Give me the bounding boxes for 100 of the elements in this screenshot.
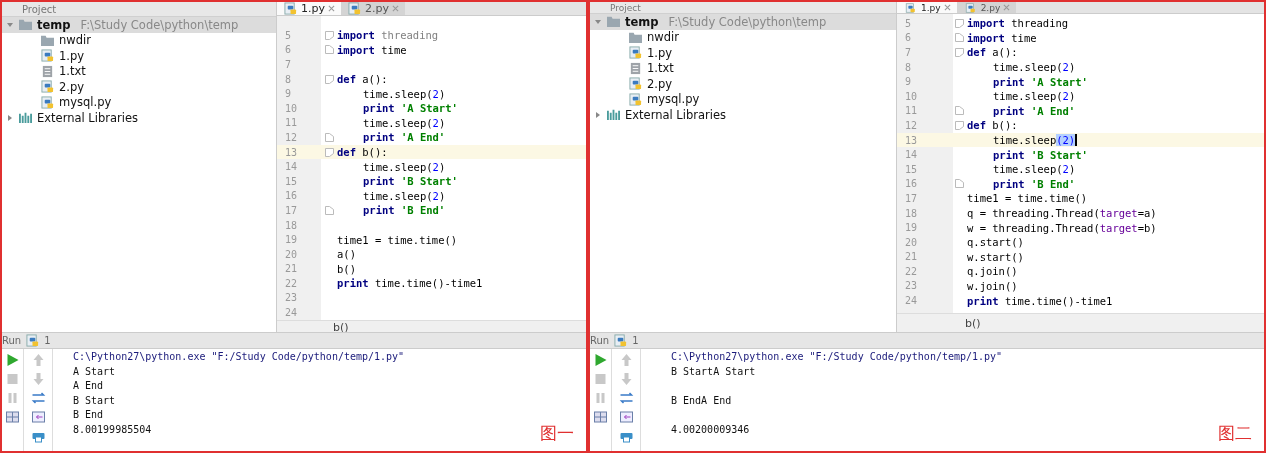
layout-icon[interactable] <box>5 410 20 424</box>
tree-item[interactable]: nwdir <box>590 29 896 45</box>
stop-icon[interactable] <box>593 372 608 386</box>
wrap-icon[interactable] <box>30 391 46 405</box>
run-icon[interactable] <box>5 353 20 367</box>
run-label: Run <box>2 335 22 346</box>
project-label[interactable]: Project <box>22 3 57 15</box>
close-icon[interactable] <box>328 5 335 12</box>
console-command: C:\Python27\python.exe "F:/Study Code/python/temp/1.py" <box>73 351 405 364</box>
editor-tab[interactable]: 2.py <box>341 2 405 15</box>
code-line: time1 = time.time() <box>966 192 1088 205</box>
collapsed-arrow-icon[interactable] <box>6 113 14 122</box>
fold-end-icon[interactable] <box>325 205 334 215</box>
breadcrumb[interactable]: b() <box>965 316 981 330</box>
line-number: 24 <box>904 295 919 307</box>
layout-icon[interactable] <box>593 410 608 424</box>
project-label[interactable]: Project <box>610 2 641 13</box>
expanded-arrow-icon[interactable] <box>6 20 14 29</box>
console-line: B End <box>73 409 104 423</box>
tree-item[interactable]: 2.py <box>2 79 276 95</box>
line-number: 5 <box>904 17 913 29</box>
editor-tab[interactable]: 1.py <box>277 2 341 15</box>
console-line: B EndA End <box>671 393 732 408</box>
text-file-icon <box>628 61 643 75</box>
code-line: q = threading.Thread(target=a) <box>966 207 1157 219</box>
tree-item-label: nwdir <box>647 30 679 45</box>
tree-item[interactable]: External Libraries <box>2 110 276 126</box>
tree-item[interactable]: temp F:\Study Code\python\temp <box>2 17 276 33</box>
line-number: 19 <box>284 234 299 246</box>
code-line: def b(): <box>336 146 388 159</box>
breadcrumb[interactable]: b() <box>333 320 349 334</box>
figure-caption: 图二 <box>1218 422 1252 445</box>
scroll-to-end-icon[interactable] <box>618 410 634 424</box>
python-file-icon <box>628 46 643 60</box>
tree-item[interactable]: mysql.py <box>2 94 276 110</box>
fold-start-icon[interactable] <box>955 18 964 28</box>
tree-item-label: 1.txt <box>647 61 674 76</box>
python-file-icon <box>40 49 55 63</box>
tree-item[interactable]: External Libraries <box>590 107 896 123</box>
expanded-arrow-icon[interactable] <box>594 17 602 26</box>
tree-item[interactable]: 1.txt <box>2 63 276 79</box>
tree-item[interactable]: 1.py <box>2 48 276 64</box>
run-icon[interactable] <box>593 353 608 367</box>
code-line: print 'B End' <box>992 177 1076 190</box>
console-line: B StartA Start <box>671 365 756 379</box>
close-icon[interactable] <box>392 5 399 12</box>
line-number: 9 <box>284 88 293 100</box>
python-file-icon <box>903 2 918 13</box>
line-number: 8 <box>904 61 913 73</box>
run-tab[interactable]: 1 <box>632 335 639 346</box>
line-number: 22 <box>904 265 919 277</box>
fold-start-icon[interactable] <box>955 48 964 57</box>
python-file-icon <box>613 334 629 347</box>
tree-item[interactable]: 2.py <box>590 76 896 92</box>
python-file-icon <box>40 95 55 109</box>
tree-item[interactable]: mysql.py <box>590 91 896 107</box>
tree-item-label: 1.py <box>647 45 673 60</box>
close-icon[interactable] <box>1003 4 1011 11</box>
tree-item[interactable]: 1.py <box>590 45 896 61</box>
code-line: print 'A Start' <box>992 75 1088 88</box>
code-line: import time <box>336 43 407 56</box>
fold-start-icon[interactable] <box>325 74 334 84</box>
scroll-to-end-icon[interactable] <box>30 410 46 424</box>
code-line: time.sleep(2) <box>992 134 1078 147</box>
editor-tab[interactable]: 1.py <box>897 2 957 13</box>
editor-tab[interactable]: 2.py <box>956 2 1017 13</box>
python-file-icon <box>347 2 362 15</box>
code-line: time.sleep(2) <box>362 189 446 202</box>
python-file-icon <box>628 77 643 91</box>
code-line: print 'A End' <box>362 131 446 144</box>
line-number: 5 <box>284 29 293 41</box>
line-number: 17 <box>904 192 919 204</box>
fold-start-icon[interactable] <box>955 120 964 130</box>
code-line: print 'A Start' <box>362 102 458 115</box>
fold-end-icon[interactable] <box>955 106 964 116</box>
tree-item[interactable]: 1.txt <box>590 60 896 76</box>
line-number: 17 <box>284 204 299 216</box>
fold-start-icon[interactable] <box>325 147 334 157</box>
tree-item[interactable]: nwdir <box>2 32 276 48</box>
tree-item-label: mysql.py <box>647 92 700 107</box>
wrap-icon[interactable] <box>618 391 634 405</box>
fold-start-icon[interactable] <box>325 30 334 40</box>
line-number: 6 <box>904 32 913 44</box>
tree-item-label: 2.py <box>647 76 673 91</box>
console-line: A Start <box>73 365 116 379</box>
collapsed-arrow-icon[interactable] <box>594 110 602 119</box>
fold-end-icon[interactable] <box>325 132 334 142</box>
fold-end-icon[interactable] <box>325 45 334 55</box>
code-line: time.sleep(2) <box>992 61 1076 74</box>
line-number: 13 <box>904 134 919 146</box>
fold-end-icon[interactable] <box>955 33 964 43</box>
code-line: print 'B Start' <box>362 175 458 188</box>
line-number: 23 <box>284 292 299 304</box>
code-line: q.join() <box>966 265 1018 278</box>
fold-end-icon[interactable] <box>955 179 964 189</box>
stop-icon[interactable] <box>5 372 20 386</box>
tree-item[interactable]: temp F:\Study Code\python\temp <box>590 14 896 30</box>
run-tab[interactable]: 1 <box>44 335 51 346</box>
tree-item-label: 2.py <box>59 79 85 94</box>
close-icon[interactable] <box>943 4 951 11</box>
